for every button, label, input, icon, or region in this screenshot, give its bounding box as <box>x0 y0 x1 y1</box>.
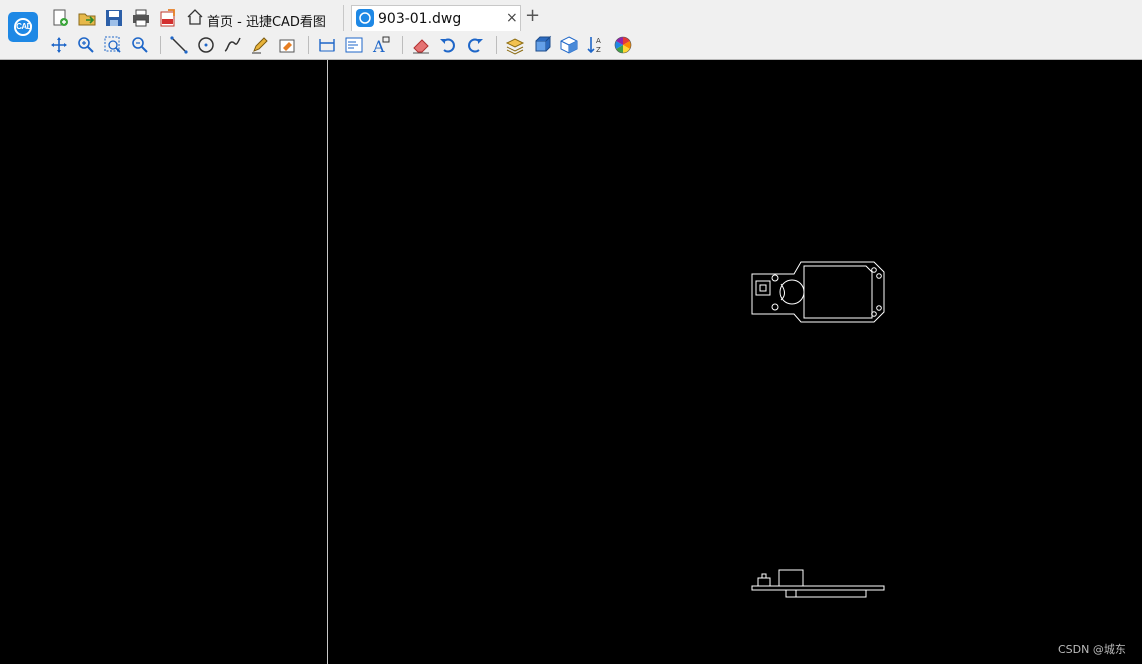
eraser-icon[interactable] <box>411 35 431 55</box>
new-file-icon[interactable] <box>50 8 70 28</box>
app-logo-text: CAD <box>16 22 32 31</box>
cad-file-icon <box>356 9 374 32</box>
line-icon[interactable] <box>169 35 189 55</box>
open-folder-icon[interactable] <box>77 8 97 28</box>
eraser-draw-icon[interactable] <box>277 35 297 55</box>
side-panel <box>0 60 327 664</box>
tab-file-label: 903-01.dwg <box>378 11 462 27</box>
sort-icon[interactable]: AZ <box>586 35 606 55</box>
toolbar-separator <box>402 36 403 54</box>
print-icon[interactable] <box>131 8 151 28</box>
3d-box-icon[interactable] <box>532 35 552 55</box>
toolbar-separator <box>160 36 161 54</box>
new-tab-button[interactable]: + <box>525 5 540 26</box>
svg-text:Z: Z <box>596 46 601 54</box>
toolbar-separator <box>308 36 309 54</box>
drawing-side-view <box>751 569 885 598</box>
drawing-canvas[interactable] <box>328 60 1142 664</box>
tab-home[interactable]: 首页 - 迅捷CAD看图 <box>182 5 344 31</box>
save-icon[interactable] <box>104 8 124 28</box>
circle-icon[interactable] <box>196 35 216 55</box>
home-icon <box>186 8 204 31</box>
tab-home-label: 首页 - 迅捷CAD看图 <box>207 15 326 30</box>
tab-file[interactable]: 903-01.dwg × <box>351 5 521 31</box>
drawing-top-view <box>751 261 885 323</box>
zoom-realtime-icon[interactable] <box>76 35 96 55</box>
app-logo[interactable]: CAD <box>8 12 38 42</box>
zoom-extents-icon[interactable] <box>130 35 150 55</box>
tab-close-icon[interactable]: × <box>506 10 518 26</box>
dimension-icon[interactable] <box>317 35 337 55</box>
title-toolbar-bar: CAD 首页 - 迅捷CAD看图 903-01.dwg × + A A Z <box>0 0 1142 60</box>
text-icon[interactable]: A <box>371 35 391 56</box>
toolbar-separator <box>496 36 497 54</box>
polyline-icon[interactable] <box>223 35 243 55</box>
pan-icon[interactable] <box>49 35 69 55</box>
undo-icon[interactable] <box>438 35 458 55</box>
svg-text:A: A <box>596 37 601 45</box>
color-wheel-icon[interactable] <box>613 35 633 55</box>
pencil-icon[interactable] <box>250 35 270 55</box>
export-pdf-icon[interactable] <box>158 8 178 28</box>
redo-icon[interactable] <box>465 35 485 55</box>
layout-icon[interactable] <box>344 35 364 55</box>
3d-view-icon[interactable] <box>559 35 579 55</box>
watermark-text: CSDN @城东 <box>1058 643 1126 656</box>
zoom-window-icon[interactable] <box>103 35 123 55</box>
layers-icon[interactable] <box>505 35 525 55</box>
